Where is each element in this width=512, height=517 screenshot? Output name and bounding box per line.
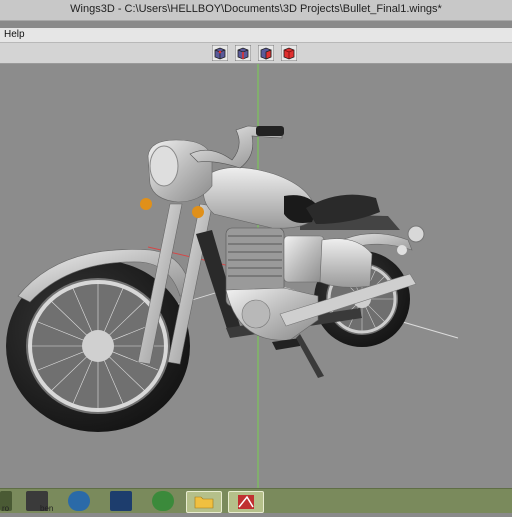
kick-stand [296, 334, 324, 378]
menu-help[interactable]: Help [4, 29, 25, 40]
taskbar-folder[interactable] [186, 491, 222, 513]
face-cube-icon[interactable] [258, 45, 274, 61]
scene-canvas [6, 64, 459, 488]
window-titlebar[interactable]: Wings3D - C:\Users\HELLBOY\Documents\3D … [0, 0, 512, 21]
taskbar-app-3[interactable] [110, 491, 132, 511]
tail-light [407, 225, 425, 243]
taskbar-start[interactable]: ro [0, 491, 12, 513]
taskbar-wings3d[interactable] [228, 491, 264, 513]
folder-icon [194, 496, 214, 509]
wings3d-icon [238, 495, 254, 509]
3d-viewport[interactable] [0, 64, 512, 488]
vertex-cube-icon[interactable] [212, 45, 228, 61]
body-cube-icon[interactable] [281, 45, 297, 61]
taskbar-app-1[interactable]: ben [26, 491, 53, 513]
handlebar-grip [256, 126, 284, 136]
window-title: Wings3D - C:\Users\HELLBOY\Documents\3D … [70, 3, 442, 15]
taskbar-app-2[interactable] [68, 491, 90, 511]
windows-taskbar: ro ben [0, 488, 512, 513]
menu-bar: Help [0, 28, 512, 43]
edge-cube-icon[interactable] [235, 45, 251, 61]
taskbar-app-4[interactable] [152, 491, 174, 511]
selection-toolbar [0, 43, 512, 64]
